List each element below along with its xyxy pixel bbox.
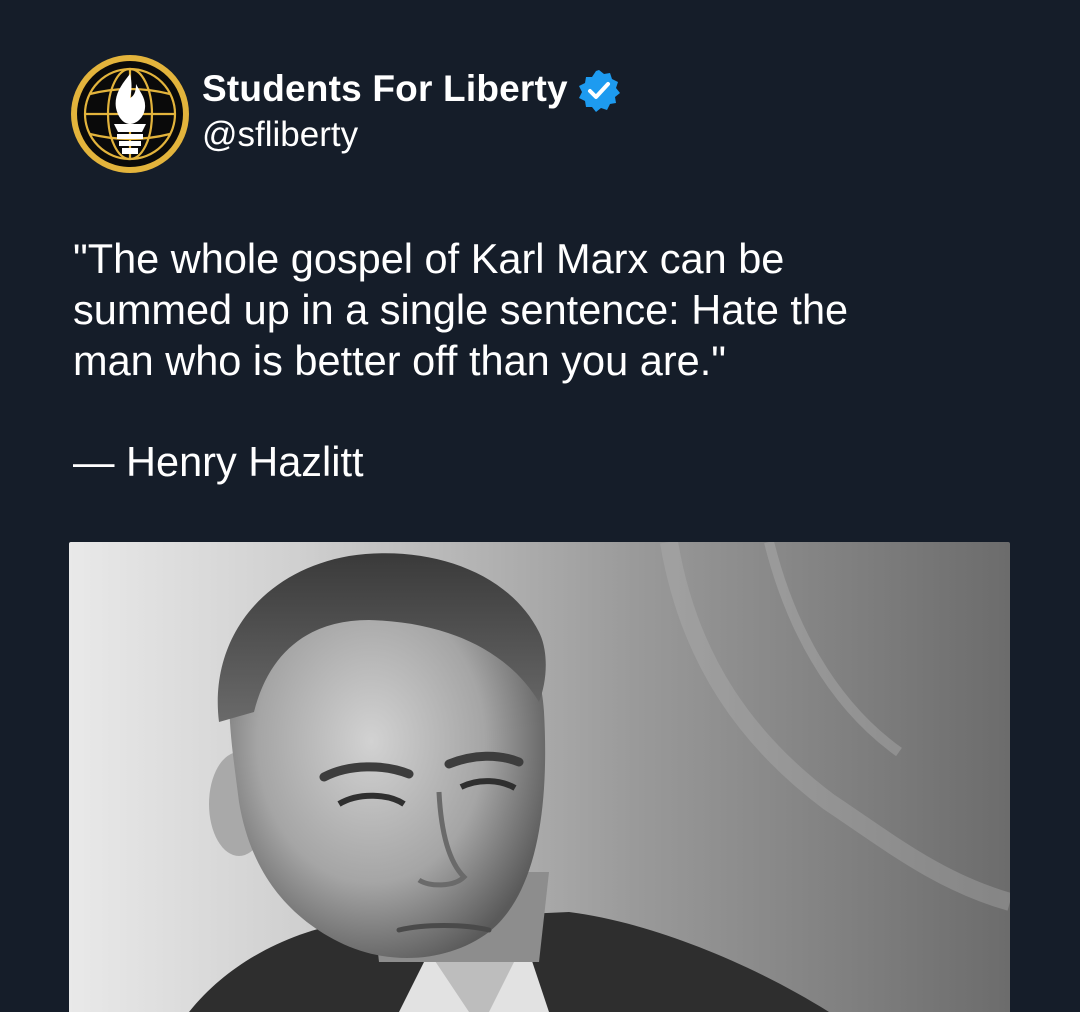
tweet-text: "The whole gospel of Karl Marx can be su… bbox=[73, 235, 849, 384]
account-names: Students For Liberty @sfliberty bbox=[202, 65, 622, 155]
tweet-media-photo[interactable] bbox=[69, 542, 1010, 1012]
quote-attribution: — Henry Hazlitt bbox=[73, 438, 364, 485]
verified-badge-icon bbox=[578, 70, 620, 112]
tweet-header: Students For Liberty @sfliberty bbox=[70, 54, 622, 174]
display-name[interactable]: Students For Liberty bbox=[202, 68, 568, 110]
torch-globe-logo-icon[interactable] bbox=[70, 54, 190, 174]
tweet-card[interactable]: Students For Liberty @sfliberty "The who… bbox=[0, 0, 1080, 1012]
account-handle[interactable]: @sfliberty bbox=[202, 115, 622, 155]
portrait-photo bbox=[69, 542, 1010, 1012]
display-name-row: Students For Liberty bbox=[202, 65, 622, 113]
